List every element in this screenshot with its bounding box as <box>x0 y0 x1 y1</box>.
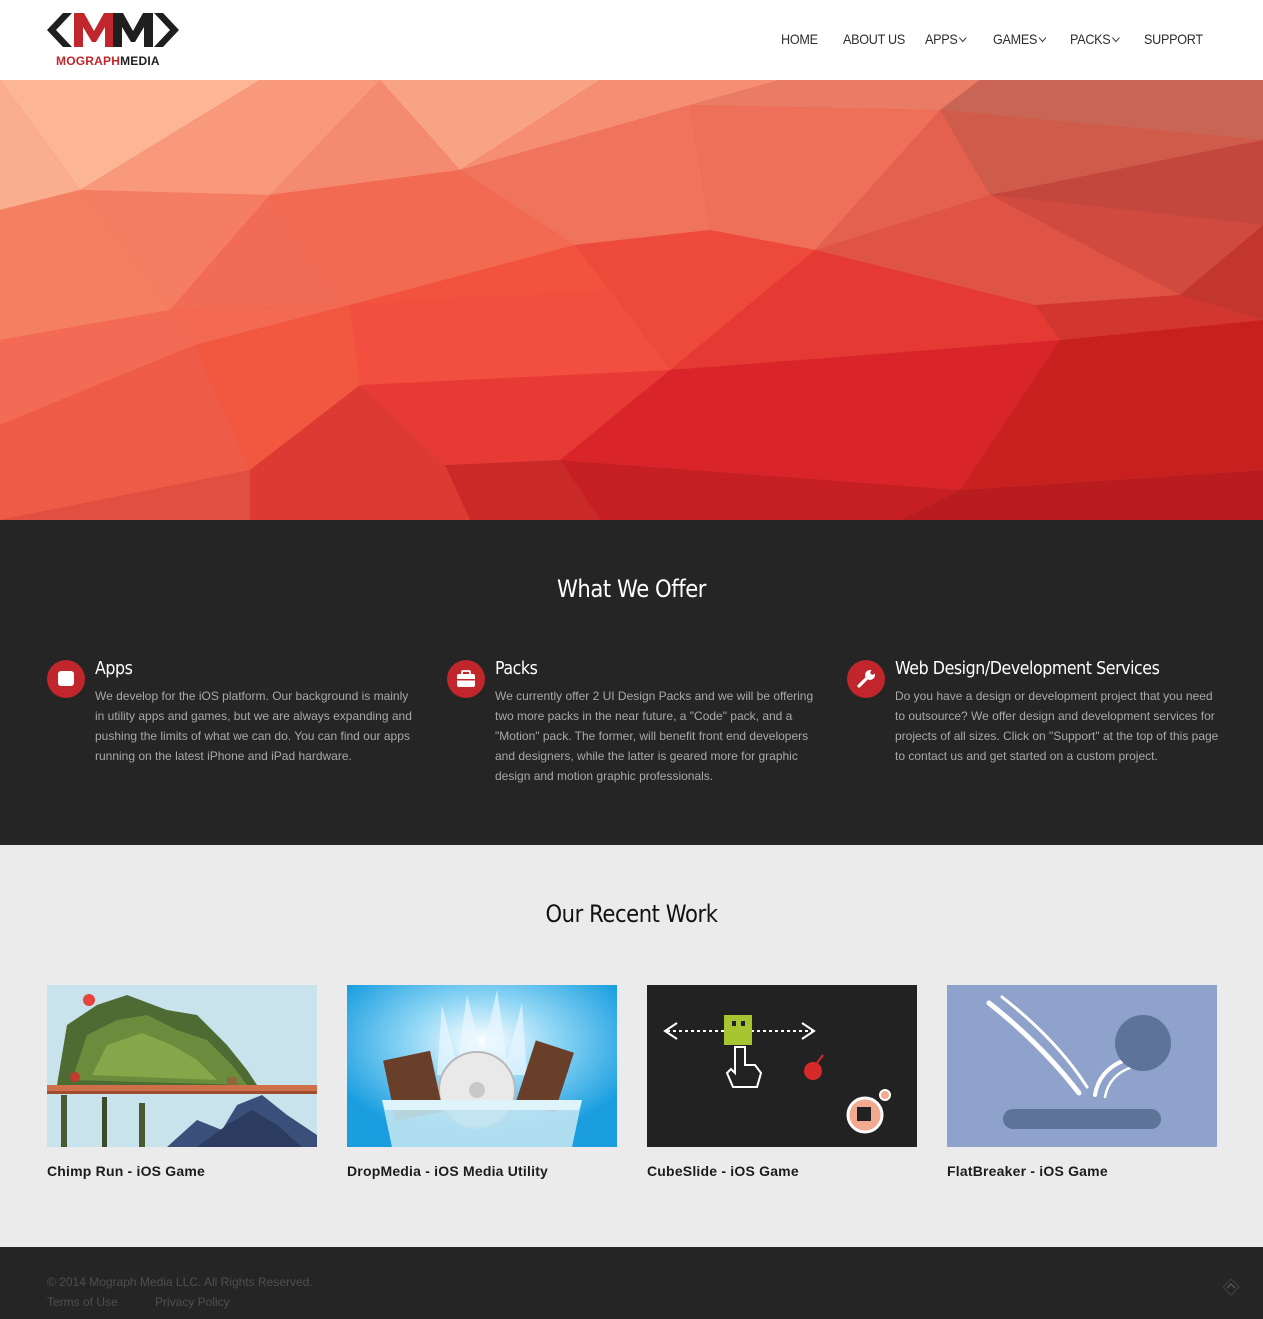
site-logo[interactable]: MOGRAPHMEDIA <box>47 10 179 68</box>
feature-title-apps: Apps <box>95 658 133 679</box>
feature-text-apps: We develop for the iOS platform. Our bac… <box>95 689 412 763</box>
nav-label-games: GAMES <box>993 31 1038 47</box>
offer-section: What We Offer Apps We develop for the iO… <box>0 520 1263 845</box>
work-title-chimp-run[interactable]: Chimp Run - iOS Game <box>47 1163 205 1179</box>
feature-text-web-services: Do you have a design or development proj… <box>895 689 1219 763</box>
cubeslide-thumbnail[interactable] <box>647 985 917 1147</box>
site-header: MOGRAPHMEDIA HOME ABOUT US APPS GAMES PA… <box>0 0 1263 80</box>
nav-item-apps[interactable]: APPS <box>925 31 967 49</box>
nav-label-support: SUPPORT <box>1144 31 1203 47</box>
feature-text-packs: We currently offer 2 UI Design Packs and… <box>495 689 814 783</box>
feature-title-packs: Packs <box>495 658 538 679</box>
flatbreaker-thumbnail[interactable] <box>947 985 1217 1147</box>
wrench-icon <box>847 660 885 698</box>
offer-title: What We Offer <box>556 575 706 603</box>
logo-mark <box>47 13 179 47</box>
nav-item-about-us[interactable]: ABOUT US <box>843 31 905 49</box>
nav-label-packs: PACKS <box>1070 31 1111 47</box>
chevron-down-icon <box>1038 33 1047 43</box>
nav-item-packs[interactable]: PACKS <box>1070 31 1120 49</box>
logo-wordmark-part2: MEDIA <box>120 54 160 68</box>
logo-wordmark-part1: MOGRAPH <box>56 54 121 68</box>
chevron-down-icon <box>1112 33 1120 43</box>
terms-of-use-link[interactable]: Terms of Use <box>47 1295 118 1309</box>
work-title-dropmedia[interactable]: DropMedia - iOS Media Utility <box>347 1163 548 1179</box>
privacy-policy-link[interactable]: Privacy Policy <box>155 1295 230 1309</box>
logo-wordmark: MOGRAPHMEDIA <box>56 54 160 68</box>
feature-title-web-services: Web Design/Development Services <box>895 658 1160 679</box>
nav-item-support[interactable]: SUPPORT <box>1144 31 1203 49</box>
briefcase-icon <box>447 660 485 698</box>
nav-item-home[interactable]: HOME <box>781 31 818 49</box>
recent-work-section: Our Recent Work Chimp Run - iOS Game Dro… <box>0 845 1263 1247</box>
chimp-run-thumbnail[interactable] <box>47 985 317 1147</box>
nav-label-about-us: ABOUT US <box>843 31 906 47</box>
low-poly-background <box>0 80 1263 520</box>
work-title-flatbreaker[interactable]: FlatBreaker - iOS Game <box>947 1163 1108 1179</box>
nav-item-games[interactable]: GAMES <box>993 31 1047 49</box>
work-title-cubeslide[interactable]: CubeSlide - iOS Game <box>647 1163 799 1179</box>
copyright-text: © 2014 Mograph Media LLC. All Rights Res… <box>47 1275 313 1289</box>
back-to-top-icon[interactable] <box>1221 1277 1241 1297</box>
nav-label-apps: APPS <box>925 31 958 47</box>
chevron-down-icon <box>959 33 967 43</box>
site-footer: © 2014 Mograph Media LLC. All Rights Res… <box>0 1247 1263 1319</box>
square-app-icon <box>47 660 85 698</box>
hero-banner <box>0 80 1263 520</box>
recent-work-title: Our Recent Work <box>545 900 718 928</box>
nav-label-home: HOME <box>781 31 818 47</box>
dropmedia-thumbnail[interactable] <box>347 985 617 1147</box>
